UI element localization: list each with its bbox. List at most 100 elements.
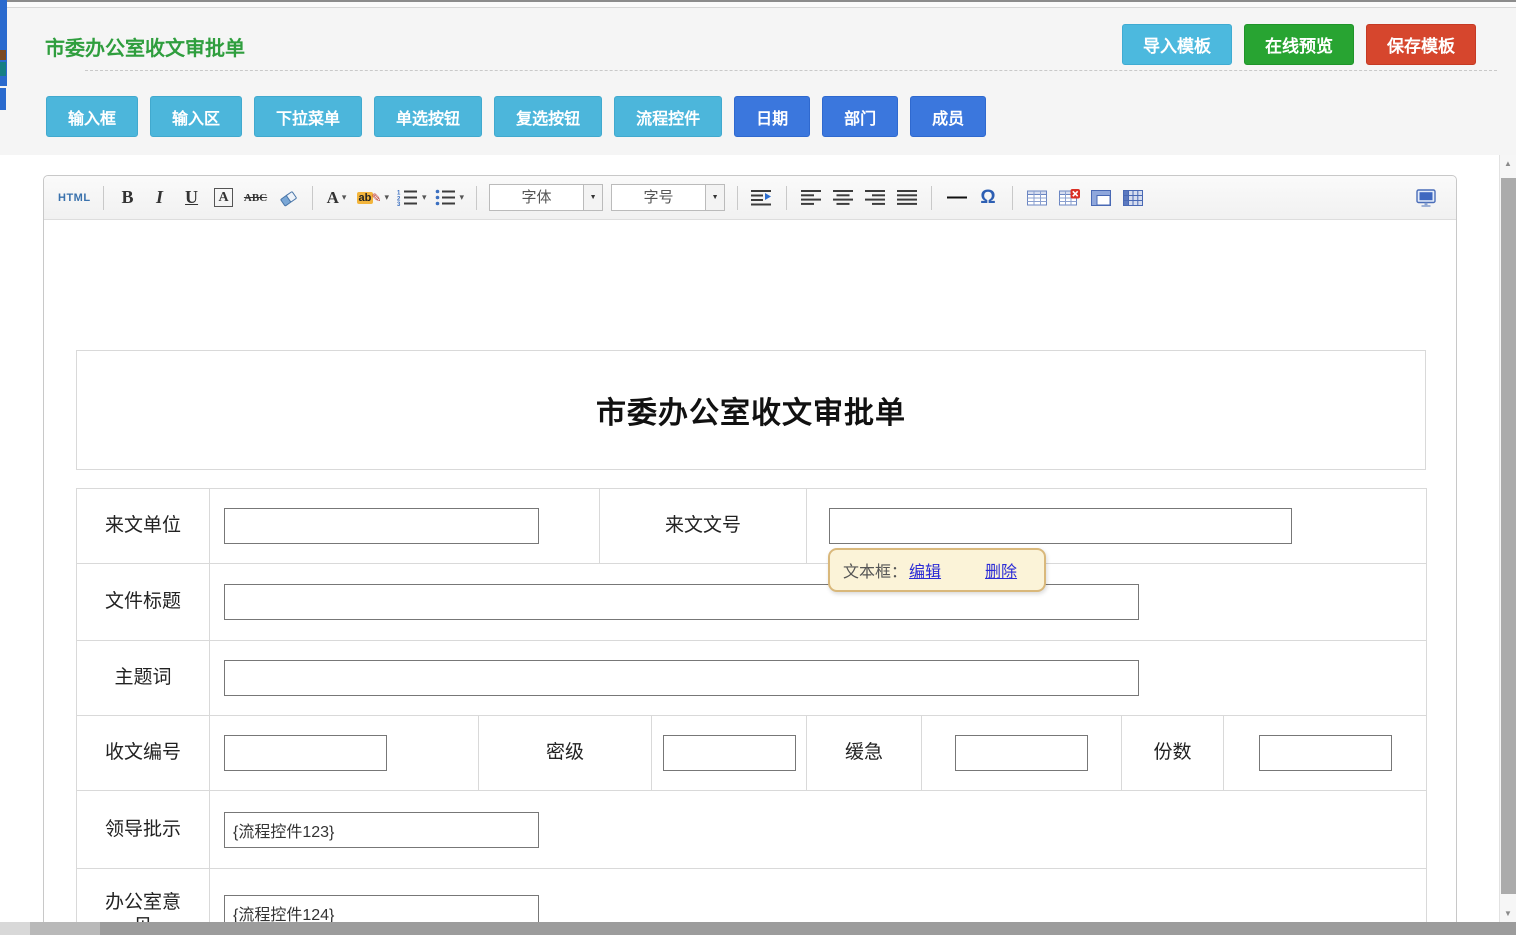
label-urgency: 缓急 xyxy=(807,716,922,791)
widget-input-area-button[interactable]: 输入区 xyxy=(150,96,242,137)
leader-comment-input[interactable] xyxy=(224,812,539,848)
align-center-icon xyxy=(833,190,853,205)
align-left-icon xyxy=(801,190,821,205)
dashed-divider xyxy=(85,70,1497,71)
horizontal-scrollbar-track xyxy=(30,922,100,935)
tooltip-label: 文本框： xyxy=(843,558,907,582)
align-center-button[interactable] xyxy=(831,185,855,211)
online-preview-button[interactable]: 在线预览 xyxy=(1244,24,1354,65)
chevron-down-icon: ▾ xyxy=(342,192,347,203)
delete-table-button[interactable] xyxy=(1057,185,1081,211)
chevron-down-icon: ▾ xyxy=(422,192,427,203)
align-left-button[interactable] xyxy=(799,185,823,211)
toolbar-separator xyxy=(1012,186,1013,210)
editor-toolbar: HTML B I U A ABC A▾ ab✎▾ 1 2 xyxy=(44,176,1456,220)
copies-input[interactable] xyxy=(1259,735,1392,771)
font-style-icon[interactable]: A xyxy=(214,188,232,207)
scroll-up-arrow-icon[interactable]: ▲ xyxy=(1500,155,1516,172)
table-row: 领导批示 xyxy=(77,791,1427,869)
bullet-list-button[interactable]: ▾ xyxy=(435,185,465,211)
delete-control-link[interactable]: 删除 xyxy=(985,558,1017,582)
toolbar-separator xyxy=(103,186,104,210)
doc-number-input[interactable] xyxy=(829,508,1292,544)
select-dropdown-button[interactable]: ▼ xyxy=(583,185,602,210)
table-icon xyxy=(1027,190,1047,206)
indent-button[interactable] xyxy=(750,185,774,211)
page: 市委办公室收文审批单 导入模板 在线预览 保存模板 输入框 输入区 下拉菜单 单… xyxy=(0,0,1516,935)
widget-date-button[interactable]: 日期 xyxy=(734,96,810,137)
eraser-icon xyxy=(278,188,298,208)
table-row: 办公室意见 xyxy=(77,869,1427,923)
edit-control-link[interactable]: 编辑 xyxy=(909,558,941,582)
label-doc-number: 来文文号 xyxy=(600,489,807,564)
indent-icon xyxy=(751,189,773,206)
widget-radio-button[interactable]: 单选按钮 xyxy=(374,96,482,137)
form-title-box: 市委办公室收文审批单 xyxy=(76,350,1426,470)
widget-flow-control-button[interactable]: 流程控件 xyxy=(614,96,722,137)
secrecy-input[interactable] xyxy=(663,735,796,771)
align-justify-icon xyxy=(897,190,917,205)
table-grid-icon xyxy=(1123,190,1143,206)
special-char-button[interactable]: Ω xyxy=(976,185,1000,211)
label-leader-comment: 领导批示 xyxy=(77,791,210,869)
fullscreen-button[interactable] xyxy=(1414,185,1438,211)
italic-button[interactable]: I xyxy=(148,185,172,211)
left-edge-fragment xyxy=(0,62,6,76)
label-doc-title: 文件标题 xyxy=(77,564,210,641)
widget-input-box-button[interactable]: 输入框 xyxy=(46,96,138,137)
scrollbar-thumb[interactable] xyxy=(1501,178,1516,894)
receipt-number-input[interactable] xyxy=(224,735,387,771)
label-receipt-number: 收文编号 xyxy=(77,716,210,791)
window-top-edge xyxy=(0,0,1516,8)
font-family-select[interactable]: 字体 ▼ xyxy=(489,184,603,211)
label-secrecy: 密级 xyxy=(479,716,652,791)
strikethrough-button[interactable]: ABC xyxy=(244,185,268,211)
chevron-down-icon: ▾ xyxy=(384,192,389,203)
insert-table-button[interactable] xyxy=(1025,185,1049,211)
rich-text-editor: HTML B I U A ABC A▾ ab✎▾ 1 2 xyxy=(43,175,1457,922)
source-unit-input[interactable] xyxy=(224,508,539,544)
editor-canvas[interactable]: 市委办公室收文审批单 来文单位 来文文号 文件标题 xyxy=(44,220,1456,922)
keywords-input[interactable] xyxy=(224,660,1139,696)
underline-button[interactable]: U xyxy=(180,185,204,211)
svg-text:3: 3 xyxy=(397,202,401,206)
control-tooltip: 文本框： 编辑 删除 xyxy=(828,548,1046,592)
remove-format-eraser-icon[interactable] xyxy=(276,185,300,211)
vertical-scrollbar[interactable]: ▲ ▼ xyxy=(1499,155,1516,922)
select-dropdown-button[interactable]: ▼ xyxy=(705,185,724,210)
left-edge-fragment xyxy=(0,88,6,110)
align-right-icon xyxy=(865,190,885,205)
left-edge-fragment xyxy=(0,50,6,60)
label-source-unit: 来文单位 xyxy=(77,489,210,564)
highlight-color-button[interactable]: ab✎▾ xyxy=(357,185,389,211)
font-color-button[interactable]: A▾ xyxy=(325,185,349,211)
align-justify-button[interactable] xyxy=(895,185,919,211)
pencil-icon: ✎ xyxy=(371,191,381,205)
cell-properties-button[interactable] xyxy=(1089,185,1113,211)
toolbar-separator xyxy=(312,186,313,210)
ordered-list-button[interactable]: 1 2 3 ▾ xyxy=(397,185,427,211)
horizontal-scrollbar[interactable] xyxy=(0,922,1516,935)
table-delete-icon xyxy=(1059,189,1080,206)
import-template-button[interactable]: 导入模板 xyxy=(1122,24,1232,65)
bold-button[interactable]: B xyxy=(116,185,140,211)
save-template-button[interactable]: 保存模板 xyxy=(1366,24,1476,65)
table-properties-button[interactable] xyxy=(1121,185,1145,211)
horizontal-rule-button[interactable]: — xyxy=(944,185,968,211)
office-opinion-input[interactable] xyxy=(224,895,539,922)
scroll-down-arrow-icon[interactable]: ▼ xyxy=(1500,905,1516,922)
table-row: 收文编号 密级 缓急 份数 xyxy=(77,716,1427,791)
table-row: 来文单位 来文文号 xyxy=(77,489,1427,564)
toolbar-separator xyxy=(786,186,787,210)
widget-dropdown-button[interactable]: 下拉菜单 xyxy=(254,96,362,137)
font-size-select[interactable]: 字号 ▼ xyxy=(611,184,725,211)
widget-member-button[interactable]: 成员 xyxy=(910,96,986,137)
action-buttons: 导入模板 在线预览 保存模板 xyxy=(1122,24,1476,65)
source-code-button[interactable]: HTML xyxy=(58,185,91,211)
urgency-input[interactable] xyxy=(955,735,1088,771)
widget-department-button[interactable]: 部门 xyxy=(822,96,898,137)
toolbar-separator xyxy=(931,186,932,210)
form-title: 市委办公室收文审批单 xyxy=(596,388,906,432)
widget-checkbox-button[interactable]: 复选按钮 xyxy=(494,96,602,137)
align-right-button[interactable] xyxy=(863,185,887,211)
